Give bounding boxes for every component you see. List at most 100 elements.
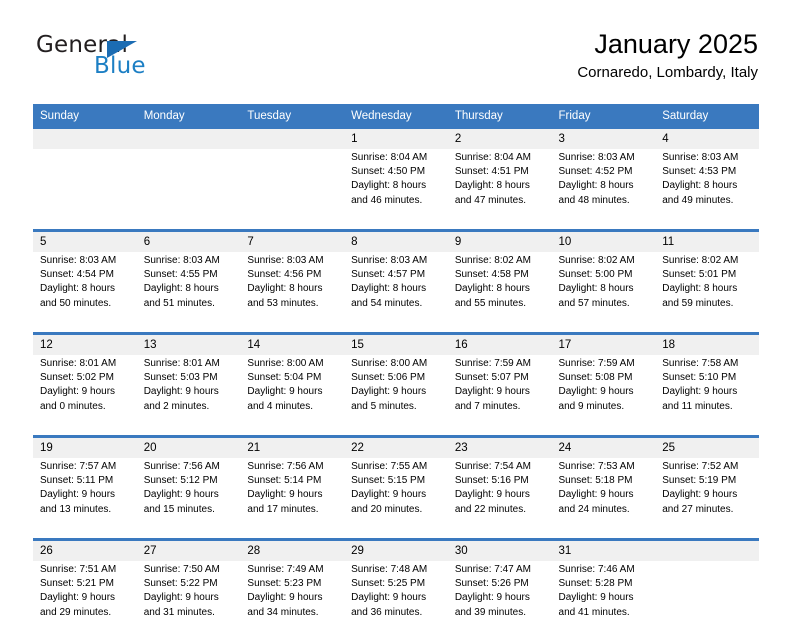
day-sunset-text: Sunset: 5:01 PM — [662, 269, 737, 281]
day-number[interactable]: 15 — [344, 332, 448, 355]
day-number[interactable]: 28 — [240, 538, 345, 561]
day-cell[interactable]: Sunrise: 7:54 AM Sunset: 5:16 PM Daylight:… — [447, 458, 552, 540]
day-number[interactable]: 3 — [551, 129, 656, 149]
day-cell[interactable]: Sunrise: 7:58 AM Sunset: 5:10 PM Daylight:… — [655, 355, 759, 437]
day-cell-empty — [655, 561, 759, 641]
day-number[interactable]: 30 — [447, 538, 552, 561]
day-number[interactable]: 25 — [655, 435, 759, 458]
day-cell[interactable]: Sunrise: 7:50 AM Sunset: 5:22 PM Daylight:… — [136, 561, 241, 641]
day-daylight-1-text: Daylight: 9 hours — [143, 386, 219, 398]
day-daylight-2-text: and 49 minutes. — [662, 194, 734, 206]
day-sunset-text: Sunset: 5:15 PM — [351, 475, 426, 487]
day-cell[interactable]: Sunrise: 7:59 AM Sunset: 5:07 PM Daylight:… — [447, 355, 552, 437]
page-title: January 2025 — [594, 29, 758, 59]
day-cell[interactable]: Sunrise: 8:03 AM Sunset: 4:53 PM Daylight:… — [655, 149, 759, 231]
day-number[interactable]: 18 — [655, 332, 759, 355]
day-sunset-text: Sunset: 5:06 PM — [351, 372, 426, 384]
day-cell[interactable]: Sunrise: 8:03 AM Sunset: 4:57 PM Daylight:… — [344, 252, 448, 334]
day-number[interactable]: 6 — [136, 229, 241, 252]
day-cell[interactable]: Sunrise: 8:04 AM Sunset: 4:51 PM Daylight:… — [447, 149, 552, 231]
day-daylight-1-text: Daylight: 9 hours — [558, 592, 634, 604]
day-sunrise-text: Sunrise: 7:56 AM — [247, 461, 324, 472]
day-daylight-1-text: Daylight: 9 hours — [40, 592, 116, 604]
day-cell[interactable]: Sunrise: 8:01 AM Sunset: 5:02 PM Daylight:… — [33, 355, 137, 437]
day-cell[interactable]: Sunrise: 7:52 AM Sunset: 5:19 PM Daylight:… — [655, 458, 759, 540]
weekday-header-friday: Friday — [551, 104, 656, 129]
day-number[interactable]: 14 — [240, 332, 345, 355]
day-daylight-1-text: Daylight: 8 hours — [558, 180, 634, 192]
day-number[interactable]: 24 — [551, 435, 656, 458]
day-cell[interactable]: Sunrise: 7:53 AM Sunset: 5:18 PM Daylight:… — [551, 458, 656, 540]
week-daynumber-row: 5 6 7 8 9 10 11 — [33, 229, 759, 252]
day-cell[interactable]: Sunrise: 7:48 AM Sunset: 5:25 PM Daylight:… — [344, 561, 448, 641]
day-number[interactable]: 13 — [136, 332, 241, 355]
day-cell[interactable]: Sunrise: 8:03 AM Sunset: 4:55 PM Daylight:… — [136, 252, 241, 334]
day-number[interactable]: 12 — [33, 332, 137, 355]
day-sunrise-text: Sunrise: 8:02 AM — [662, 255, 739, 266]
day-sunset-text: Sunset: 5:21 PM — [40, 578, 114, 590]
day-number[interactable]: 31 — [551, 538, 656, 561]
day-number-empty — [655, 538, 759, 561]
day-sunrise-text: Sunrise: 8:03 AM — [558, 152, 635, 163]
day-cell[interactable]: Sunrise: 8:04 AM Sunset: 4:50 PM Daylight:… — [344, 149, 448, 231]
day-number[interactable]: 22 — [344, 435, 448, 458]
general-blue-logo[interactable]: General Blue — [34, 32, 244, 88]
week-detail-row: Sunrise: 8:03 AM Sunset: 4:54 PM Daylight:… — [33, 252, 759, 334]
day-number[interactable]: 20 — [136, 435, 241, 458]
day-number[interactable]: 21 — [240, 435, 345, 458]
day-number[interactable]: 8 — [344, 229, 448, 252]
day-number[interactable]: 4 — [655, 129, 759, 149]
day-sunrise-text: Sunrise: 8:04 AM — [454, 152, 531, 163]
day-daylight-1-text: Daylight: 8 hours — [40, 283, 116, 295]
day-sunset-text: Sunset: 5:04 PM — [247, 372, 322, 384]
day-daylight-2-text: and 20 minutes. — [351, 503, 423, 515]
day-cell[interactable]: Sunrise: 7:51 AM Sunset: 5:21 PM Daylight:… — [33, 561, 137, 641]
day-cell[interactable]: Sunrise: 7:57 AM Sunset: 5:11 PM Daylight:… — [33, 458, 137, 540]
day-number[interactable]: 17 — [551, 332, 656, 355]
day-cell[interactable]: Sunrise: 8:03 AM Sunset: 4:54 PM Daylight:… — [33, 252, 137, 334]
day-number[interactable]: 10 — [551, 229, 656, 252]
day-cell[interactable]: Sunrise: 7:49 AM Sunset: 5:23 PM Daylight:… — [240, 561, 345, 641]
day-cell[interactable]: Sunrise: 8:03 AM Sunset: 4:56 PM Daylight:… — [240, 252, 345, 334]
day-number[interactable]: 23 — [447, 435, 552, 458]
day-number[interactable]: 9 — [447, 229, 552, 252]
day-number[interactable]: 26 — [33, 538, 137, 561]
day-sunset-text: Sunset: 4:56 PM — [247, 269, 322, 281]
day-number[interactable]: 29 — [344, 538, 448, 561]
day-cell[interactable]: Sunrise: 7:59 AM Sunset: 5:08 PM Daylight:… — [551, 355, 656, 437]
day-sunset-text: Sunset: 4:50 PM — [351, 166, 426, 178]
day-sunrise-text: Sunrise: 8:00 AM — [247, 358, 324, 369]
day-daylight-1-text: Daylight: 8 hours — [351, 180, 427, 192]
day-cell[interactable]: Sunrise: 8:00 AM Sunset: 5:06 PM Daylight:… — [344, 355, 448, 437]
day-cell[interactable]: Sunrise: 7:47 AM Sunset: 5:26 PM Daylight:… — [447, 561, 552, 641]
weekday-header-tuesday: Tuesday — [240, 104, 345, 129]
day-cell[interactable]: Sunrise: 8:00 AM Sunset: 5:04 PM Daylight:… — [240, 355, 345, 437]
day-cell[interactable]: Sunrise: 7:56 AM Sunset: 5:14 PM Daylight:… — [240, 458, 345, 540]
day-number[interactable]: 7 — [240, 229, 345, 252]
day-cell[interactable]: Sunrise: 8:03 AM Sunset: 4:52 PM Daylight:… — [551, 149, 656, 231]
day-cell[interactable]: Sunrise: 7:46 AM Sunset: 5:28 PM Daylight:… — [551, 561, 656, 641]
day-daylight-2-text: and 5 minutes. — [351, 400, 417, 412]
day-daylight-1-text: Daylight: 8 hours — [247, 283, 323, 295]
day-sunrise-text: Sunrise: 8:03 AM — [247, 255, 324, 266]
day-sunset-text: Sunset: 5:00 PM — [558, 269, 633, 281]
day-cell[interactable]: Sunrise: 7:55 AM Sunset: 5:15 PM Daylight:… — [344, 458, 448, 540]
day-number[interactable]: 27 — [136, 538, 241, 561]
day-cell[interactable]: Sunrise: 8:01 AM Sunset: 5:03 PM Daylight:… — [136, 355, 241, 437]
day-daylight-2-text: and 46 minutes. — [351, 194, 423, 206]
day-daylight-1-text: Daylight: 8 hours — [558, 283, 634, 295]
day-number[interactable]: 2 — [447, 129, 552, 149]
day-number[interactable]: 11 — [655, 229, 759, 252]
day-cell[interactable]: Sunrise: 8:02 AM Sunset: 4:58 PM Daylight:… — [447, 252, 552, 334]
day-daylight-2-text: and 2 minutes. — [143, 400, 210, 412]
day-number[interactable]: 16 — [447, 332, 552, 355]
day-number[interactable]: 19 — [33, 435, 137, 458]
day-sunset-text: Sunset: 5:18 PM — [558, 475, 633, 487]
day-cell[interactable]: Sunrise: 7:56 AM Sunset: 5:12 PM Daylight:… — [136, 458, 241, 540]
day-cell[interactable]: Sunrise: 8:02 AM Sunset: 5:00 PM Daylight:… — [551, 252, 656, 334]
day-daylight-2-text: and 27 minutes. — [662, 503, 734, 515]
day-cell[interactable]: Sunrise: 8:02 AM Sunset: 5:01 PM Daylight:… — [655, 252, 759, 334]
day-daylight-2-text: and 24 minutes. — [558, 503, 630, 515]
day-number[interactable]: 1 — [344, 129, 448, 149]
day-number[interactable]: 5 — [33, 229, 137, 252]
